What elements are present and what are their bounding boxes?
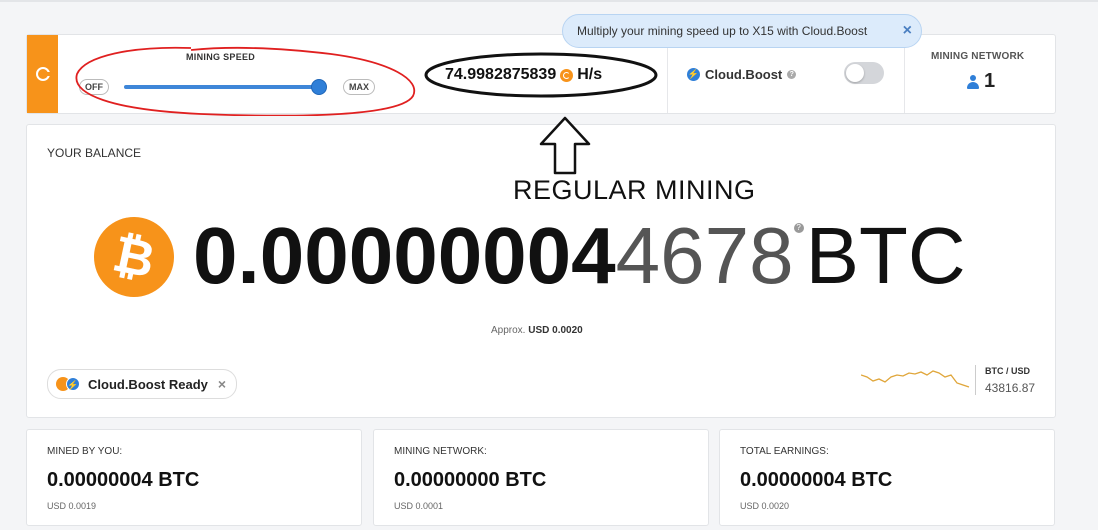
user-icon xyxy=(967,74,979,89)
approx-usd: Approx. USD 0.0020 xyxy=(491,325,583,336)
approx-label: Approx. xyxy=(491,325,526,336)
cloud-boost-toggle[interactable] xyxy=(844,62,884,84)
approx-value: USD 0.0020 xyxy=(528,325,583,336)
card-usd: USD 0.0001 xyxy=(394,501,444,511)
ticker-pair: BTC / USD xyxy=(985,366,1030,376)
hashrate-value: 74.9982875839 xyxy=(445,66,557,83)
mining-speed-slider-handle[interactable] xyxy=(311,79,327,95)
coin-icon xyxy=(560,68,574,82)
cloud-boost-label: ⚡ Cloud.Boost ? xyxy=(687,67,797,82)
balance-unit: BTC xyxy=(805,211,966,300)
balance-amount-fraction: 4678 xyxy=(615,211,794,300)
balance-amount: 0.000000044678 ?BTC xyxy=(193,211,966,301)
help-icon[interactable]: ? xyxy=(787,70,797,79)
up-arrow-annotation-icon xyxy=(539,116,591,175)
close-icon[interactable]: × xyxy=(218,376,226,392)
cloud-boost-tooltip: Multiply your mining speed up to X15 wit… xyxy=(562,14,922,48)
total-earnings-card: TOTAL EARNINGS: 0.00000004 BTC USD 0.002… xyxy=(719,429,1055,526)
mining-speed-slider[interactable] xyxy=(124,85,324,89)
coin-bolt-icon: ⚡ xyxy=(56,377,82,391)
hashrate-unit: H/s xyxy=(577,66,603,83)
mining-speed-title: MINING SPEED xyxy=(186,52,256,62)
price-sparkline xyxy=(861,370,970,388)
brand-logo xyxy=(27,35,58,113)
card-title: MINING NETWORK: xyxy=(394,446,487,457)
mined-by-you-card: MINED BY YOU: 0.00000004 BTC USD 0.0019 xyxy=(26,429,362,526)
balance-title: YOUR BALANCE xyxy=(47,146,142,160)
speed-max-button[interactable]: MAX xyxy=(343,79,375,95)
network-count-value: 1 xyxy=(984,70,996,92)
speed-off-button[interactable]: OFF xyxy=(79,79,109,95)
mining-network-title: MINING NETWORK xyxy=(931,51,1025,62)
card-title: MINED BY YOU: xyxy=(47,446,123,457)
card-value: 0.00000004 BTC xyxy=(740,469,893,491)
card-usd: USD 0.0020 xyxy=(740,501,790,511)
mining-network-card: MINING NETWORK: 0.00000000 BTC USD 0.000… xyxy=(373,429,709,526)
boost-ready-label: Cloud.Boost Ready xyxy=(88,376,208,392)
help-icon[interactable]: ? xyxy=(793,223,804,233)
brand-icon xyxy=(35,67,51,81)
lightning-icon: ⚡ xyxy=(687,68,700,81)
close-icon[interactable]: × xyxy=(903,15,912,47)
balance-card: YOUR BALANCE REGULAR MINING ₿ 0.00000004… xyxy=(26,116,1056,418)
ticker-price: 43816.87 xyxy=(985,381,1036,395)
card-title: TOTAL EARNINGS: xyxy=(740,446,829,457)
card-usd: USD 0.0019 xyxy=(47,501,97,511)
tooltip-text: Multiply your mining speed up to X15 wit… xyxy=(577,24,868,38)
top-divider xyxy=(0,0,1098,2)
mining-network-count: 1 xyxy=(967,70,995,93)
cloud-boost-text: Cloud.Boost xyxy=(705,67,783,82)
hashrate-display: 74.9982875839 H/s xyxy=(423,51,659,99)
card-value: 0.00000004 BTC xyxy=(47,469,200,491)
cloud-boost-ready-chip[interactable]: ⚡ Cloud.Boost Ready × xyxy=(47,369,238,399)
bitcoin-icon: ₿ xyxy=(86,209,182,305)
regular-mining-annotation: REGULAR MINING xyxy=(513,175,756,205)
card-value: 0.00000000 BTC xyxy=(394,469,547,491)
balance-amount-primary: 0.00000004 xyxy=(193,211,616,300)
divider xyxy=(975,365,976,395)
